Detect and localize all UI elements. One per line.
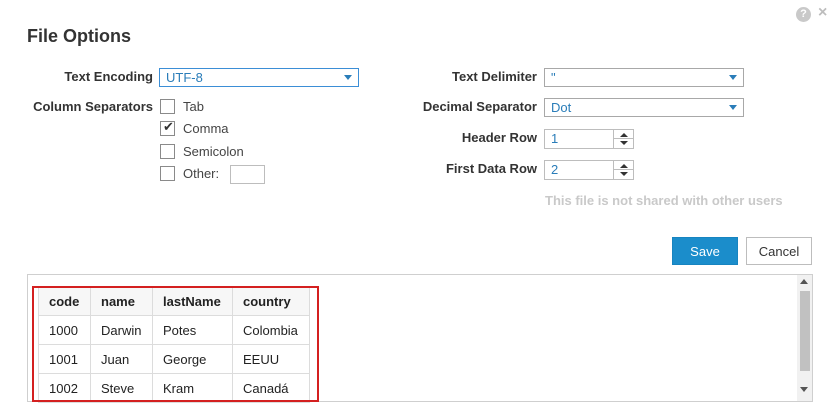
separator-other[interactable]: Other: xyxy=(160,165,280,185)
first-data-row-stepper[interactable]: 2 xyxy=(544,160,634,180)
spin-divider xyxy=(614,169,634,170)
tab-checkbox[interactable] xyxy=(160,99,175,114)
text-delimiter-select[interactable]: " xyxy=(544,68,744,87)
tab-label: Tab xyxy=(183,99,204,114)
separator-comma[interactable]: ✔ Comma xyxy=(160,119,280,138)
scroll-down-icon[interactable] xyxy=(800,387,808,392)
spin-divider xyxy=(614,138,634,139)
increment-icon[interactable] xyxy=(620,164,628,168)
other-label: Other: xyxy=(183,166,220,181)
header-row-value: 1 xyxy=(551,131,559,146)
chevron-down-icon xyxy=(729,105,737,110)
first-data-row-value: 2 xyxy=(551,162,559,177)
header-row-stepper[interactable]: 1 xyxy=(544,129,634,149)
header-row-label: Header Row xyxy=(461,130,537,145)
header-row-spin-buttons[interactable] xyxy=(613,130,634,148)
text-encoding-value: UTF-8 xyxy=(166,70,203,85)
chevron-down-icon xyxy=(729,75,737,80)
sharing-notice: This file is not shared with other users xyxy=(545,193,783,208)
save-button[interactable]: Save xyxy=(672,237,738,265)
text-encoding-select[interactable]: UTF-8 xyxy=(159,68,359,87)
first-data-row-label: First Data Row xyxy=(445,161,537,176)
decrement-icon[interactable] xyxy=(620,141,628,145)
cancel-button[interactable]: Cancel xyxy=(746,237,812,265)
text-delimiter-label: Text Delimiter xyxy=(451,69,537,84)
semicolon-label: Semicolon xyxy=(183,144,244,159)
table-highlight-box xyxy=(32,286,319,402)
scroll-up-icon[interactable] xyxy=(800,279,808,284)
separator-tab[interactable]: Tab xyxy=(160,98,280,116)
text-delimiter-value: " xyxy=(551,70,556,85)
column-separators-label: Column Separators xyxy=(33,99,153,114)
decimal-separator-value: Dot xyxy=(551,100,572,115)
close-icon[interactable]: × xyxy=(818,5,827,21)
other-checkbox[interactable] xyxy=(160,166,175,181)
decrement-icon[interactable] xyxy=(620,172,628,176)
decimal-separator-select[interactable]: Dot xyxy=(544,98,744,117)
scroll-thumb[interactable] xyxy=(800,291,810,371)
text-encoding-label: Text Encoding xyxy=(64,69,153,84)
semicolon-checkbox[interactable] xyxy=(160,144,175,159)
decimal-separator-label: Decimal Separator xyxy=(422,99,537,114)
first-data-row-spin-buttons[interactable] xyxy=(613,161,634,179)
increment-icon[interactable] xyxy=(620,133,628,137)
other-separator-input[interactable] xyxy=(230,165,265,184)
chevron-down-icon xyxy=(344,75,352,80)
comma-label: Comma xyxy=(183,121,229,136)
help-icon[interactable]: ? xyxy=(796,7,811,22)
comma-checkbox[interactable]: ✔ xyxy=(160,119,175,136)
check-icon: ✔ xyxy=(163,119,174,134)
separator-semicolon[interactable]: Semicolon xyxy=(160,143,280,161)
dialog-title: File Options xyxy=(27,26,132,46)
